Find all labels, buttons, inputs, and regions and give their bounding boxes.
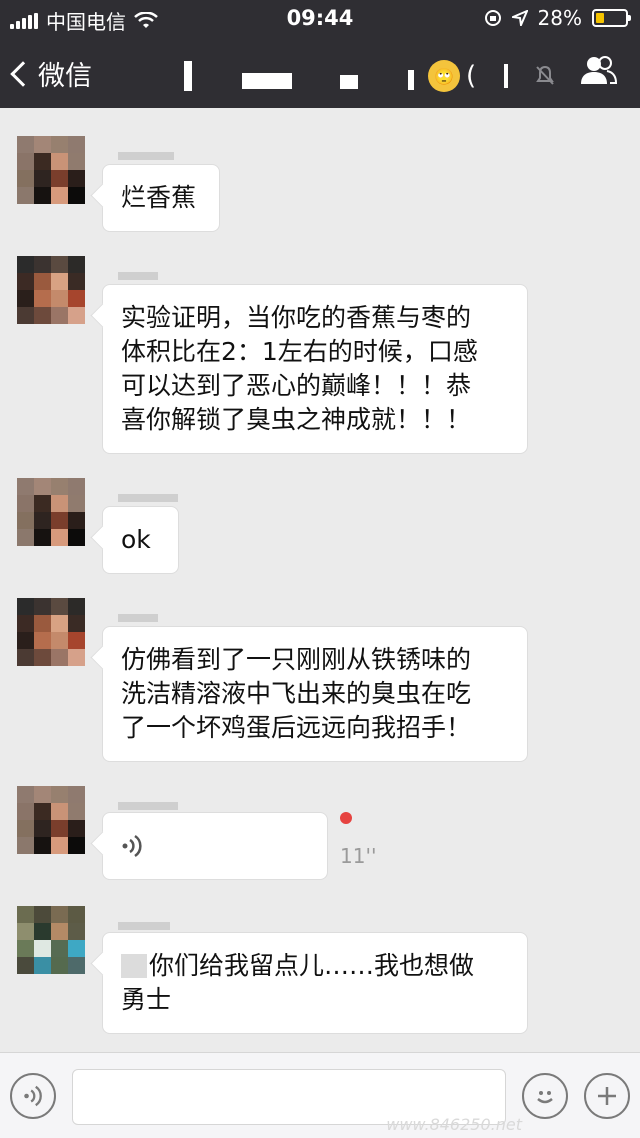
- chat-title: 🙄 (: [180, 56, 560, 96]
- message-line: 可以达到了恶心的巅峰！！！恭: [121, 371, 472, 400]
- message-bubble[interactable]: 烂香蕉: [102, 164, 220, 232]
- avatar[interactable]: [17, 136, 85, 204]
- message-text: 烂香蕉: [121, 183, 197, 212]
- voice-input-button[interactable]: [10, 1073, 56, 1119]
- redacted-mention: [121, 954, 147, 978]
- sender-name-redacted: [118, 614, 158, 622]
- sender-name-redacted: [118, 494, 178, 502]
- chevron-left-icon: [10, 60, 36, 87]
- message-list[interactable]: 烂香蕉 实验证明，当你吃的香蕉与枣的 体积比在2：1左右的时候，口感 可以达到了…: [0, 108, 640, 1052]
- sender-name-redacted: [118, 272, 158, 280]
- message-line: 洗洁精溶液中飞出来的臭虫在吃: [121, 679, 472, 708]
- plus-icon: [598, 1087, 616, 1105]
- avatar[interactable]: [17, 786, 85, 854]
- status-bar: 中国电信 09:44 28%: [0, 0, 640, 36]
- message-bubble[interactable]: 实验证明，当你吃的香蕉与枣的 体积比在2：1左右的时候，口感 可以达到了恶心的巅…: [102, 284, 528, 454]
- emoji-icon: [537, 1091, 553, 1104]
- message-bubble[interactable]: 你们给我留点儿……我也想做 勇士: [102, 932, 528, 1034]
- sender-name-redacted: [118, 922, 170, 930]
- location-icon: [511, 10, 528, 26]
- back-label: 微信: [38, 61, 92, 92]
- redacted-title-part: [184, 61, 192, 91]
- back-button[interactable]: 微信: [10, 54, 92, 93]
- voice-icon: [24, 1085, 42, 1107]
- message-line: 你们给我留点儿……我也想做: [149, 951, 475, 980]
- title-suffix: (: [466, 61, 477, 91]
- avatar[interactable]: [17, 256, 85, 324]
- message-line: 勇士: [121, 985, 172, 1014]
- message-line: 了一个坏鸡蛋后远远向我招手！: [121, 713, 472, 742]
- rotation-lock-icon: [484, 10, 501, 26]
- top-bar: 中国电信 09:44 28% 微信 🙄 (: [0, 0, 640, 108]
- avatar[interactable]: [17, 478, 85, 546]
- battery-percent: 28%: [537, 6, 582, 30]
- avatar[interactable]: [17, 906, 85, 974]
- emoji-button[interactable]: [522, 1073, 568, 1119]
- redacted-title-part: [340, 75, 358, 89]
- input-bar: www.846250.net: [0, 1052, 640, 1138]
- group-members-icon[interactable]: [578, 54, 618, 88]
- sender-name-redacted: [118, 802, 178, 810]
- add-button[interactable]: [584, 1073, 630, 1119]
- voice-message-bubble[interactable]: [102, 812, 328, 880]
- sender-name-redacted: [118, 152, 174, 160]
- message-line: 体积比在2：1左右的时候，口感: [121, 337, 478, 366]
- mute-icon: [536, 65, 554, 85]
- redacted-title-part: [242, 73, 292, 89]
- voice-wave-icon: [122, 834, 142, 858]
- redacted-title-part: [408, 70, 414, 90]
- avatar[interactable]: [17, 598, 85, 666]
- voice-duration: 11'': [340, 844, 377, 868]
- redacted-title-part: [504, 64, 509, 88]
- nav-bar: 微信 🙄 (: [0, 40, 640, 108]
- rolling-eyes-emoji: 🙄: [428, 60, 460, 92]
- message-bubble[interactable]: ok: [102, 506, 179, 574]
- message-line: 仿佛看到了一只刚刚从铁锈味的: [121, 645, 472, 674]
- unread-dot: [340, 812, 352, 824]
- battery-icon: [592, 9, 631, 27]
- watermark: www.846250.net: [386, 1115, 522, 1134]
- message-bubble[interactable]: 仿佛看到了一只刚刚从铁锈味的 洗洁精溶液中飞出来的臭虫在吃 了一个坏鸡蛋后远远向…: [102, 626, 528, 762]
- message-text: ok: [121, 525, 151, 554]
- message-line: 实验证明，当你吃的香蕉与枣的: [121, 303, 472, 332]
- message-line: 喜你解锁了臭虫之神成就！！！: [121, 405, 472, 434]
